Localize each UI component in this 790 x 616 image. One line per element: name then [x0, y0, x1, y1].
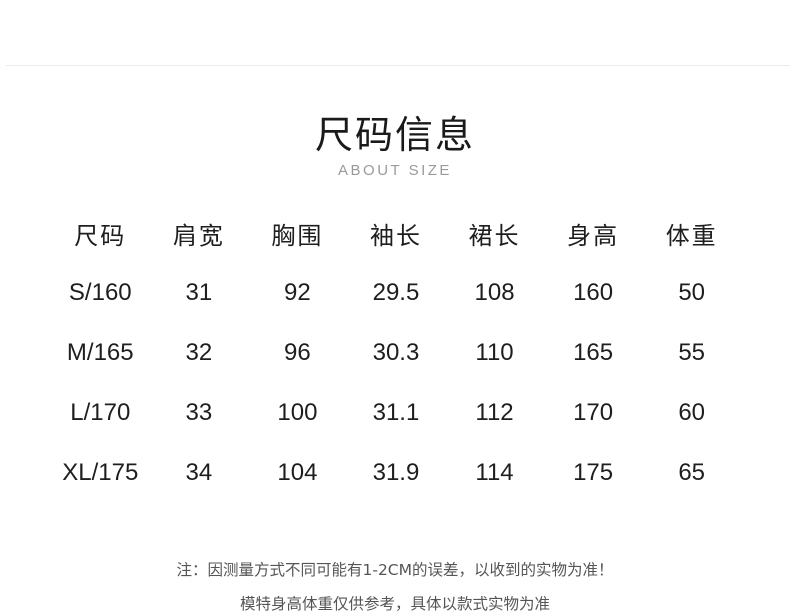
table-cell: 31.1	[372, 399, 420, 426]
table-row: L/170 33 100 31.1 112 170 60	[51, 383, 741, 443]
table-cell: 31	[185, 279, 213, 306]
table-header-row: 尺码 肩宽 胸围 袖长 裙长 身高 体重	[51, 203, 741, 263]
table-cell: XL/175	[62, 459, 139, 486]
column-header-bust: 胸围	[271, 221, 324, 250]
table-cell: 160	[573, 279, 614, 306]
table-cell: S/160	[68, 279, 132, 306]
table-cell: 60	[678, 399, 706, 426]
table-cell: 100	[277, 399, 318, 426]
table-cell: 110	[475, 339, 514, 366]
table-row: XL/175 34 104 31.9 114 175 65	[51, 443, 741, 503]
table-cell: 92	[284, 279, 311, 306]
table-cell: 175	[573, 459, 614, 486]
model-reference-note: 模特身高体重仅供参考，具体以款式实物为准	[239, 595, 550, 613]
table-cell: 108	[474, 279, 515, 306]
table-cell: 30.3	[372, 339, 420, 366]
table-cell: 34	[185, 459, 213, 486]
size-table: 尺码 肩宽 胸围 袖长 裙长 身高 体重 S/160 31 92 29.5 10…	[51, 203, 741, 503]
table-cell: 32	[185, 339, 213, 366]
table-cell: 50	[678, 279, 706, 306]
table-cell: 114	[475, 459, 514, 486]
column-header-skirt-length: 裙长	[468, 221, 521, 250]
table-cell: 96	[284, 339, 311, 366]
table-cell: 33	[185, 399, 213, 426]
measurement-note: 注：因测量方式不同可能有1-2CM的误差，以收到的实物为准！	[176, 561, 614, 579]
column-header-shoulder: 肩宽	[172, 221, 225, 250]
table-cell: 112	[475, 399, 514, 426]
column-header-height: 身高	[567, 221, 620, 250]
table-cell: 104	[277, 459, 318, 486]
page-title: 尺码信息	[314, 113, 475, 157]
top-divider	[6, 65, 790, 66]
column-header-sleeve: 袖长	[369, 221, 422, 250]
table-cell: 55	[678, 339, 706, 366]
table-cell: L/170	[70, 399, 131, 426]
column-header-weight: 体重	[665, 221, 718, 250]
table-row: S/160 31 92 29.5 108 160 50	[51, 263, 741, 323]
table-cell: 29.5	[372, 279, 420, 306]
page-subtitle: ABOUT SIZE	[338, 162, 452, 179]
table-cell: 170	[573, 399, 614, 426]
column-header-size: 尺码	[74, 221, 127, 250]
table-cell: 165	[573, 339, 614, 366]
table-cell: 65	[678, 459, 706, 486]
table-row: M/165 32 96 30.3 110 165 55	[51, 323, 741, 383]
table-cell: 31.9	[372, 459, 420, 486]
table-cell: M/165	[66, 339, 134, 366]
